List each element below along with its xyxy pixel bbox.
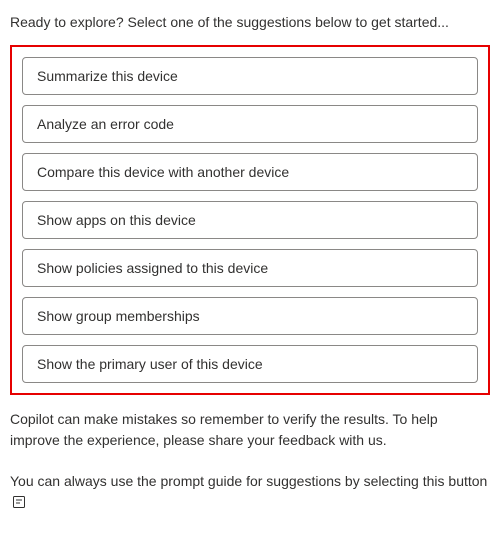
suggestion-show-policies[interactable]: Show policies assigned to this device [22, 249, 478, 287]
suggestion-show-apps[interactable]: Show apps on this device [22, 201, 478, 239]
suggestion-show-group-memberships[interactable]: Show group memberships [22, 297, 478, 335]
intro-text: Ready to explore? Select one of the sugg… [10, 12, 490, 33]
suggestion-summarize-device[interactable]: Summarize this device [22, 57, 478, 95]
prompt-guide-text: You can always use the prompt guide for … [10, 471, 490, 513]
suggestions-container: Summarize this device Analyze an error c… [10, 45, 490, 395]
prompt-guide-label: You can always use the prompt guide for … [10, 473, 487, 489]
suggestion-show-primary-user[interactable]: Show the primary user of this device [22, 345, 478, 383]
suggestion-compare-device[interactable]: Compare this device with another device [22, 153, 478, 191]
prompt-guide-icon [12, 495, 26, 509]
disclaimer-text: Copilot can make mistakes so remember to… [10, 409, 490, 451]
suggestion-analyze-error-code[interactable]: Analyze an error code [22, 105, 478, 143]
